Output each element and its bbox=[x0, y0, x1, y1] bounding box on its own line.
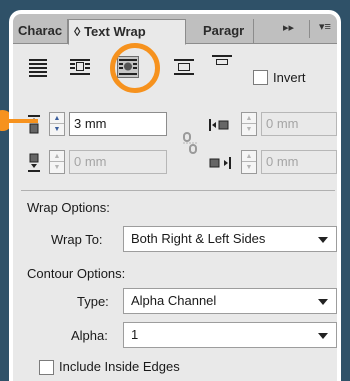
tab-text-wrap-label: Text Wrap bbox=[84, 24, 146, 39]
up-down-arrows-icon: ◊ bbox=[74, 24, 81, 39]
chevron-down-icon bbox=[318, 299, 328, 305]
top-offset-input[interactable]: 3 mm bbox=[69, 112, 167, 136]
invert-checkbox[interactable] bbox=[253, 70, 268, 85]
no-wrap-icon[interactable] bbox=[27, 56, 49, 78]
right-offset-input[interactable]: 0 mm bbox=[261, 150, 337, 174]
collapse-panel-icon[interactable]: ▸▸ bbox=[283, 21, 294, 34]
contour-options-heading: Contour Options: bbox=[27, 266, 126, 281]
alpha-label: Alpha: bbox=[71, 328, 108, 343]
left-offset-input[interactable]: 0 mm bbox=[261, 112, 337, 136]
increment-icon[interactable]: ▲ bbox=[242, 151, 256, 162]
bottom-offset-stepper[interactable]: ▲ ▼ bbox=[49, 150, 65, 174]
tab-character[interactable]: Charac bbox=[13, 19, 68, 44]
wrap-to-select[interactable]: Both Right & Left Sides bbox=[123, 226, 337, 252]
contour-type-value: Alpha Channel bbox=[131, 293, 217, 308]
top-offset-stepper[interactable]: ▲ ▼ bbox=[49, 112, 65, 136]
callout-line bbox=[4, 119, 38, 123]
include-inside-edges-label: Include Inside Edges bbox=[59, 359, 180, 374]
right-offset-icon bbox=[209, 156, 231, 176]
jump-object-icon[interactable] bbox=[173, 56, 195, 78]
increment-icon[interactable]: ▲ bbox=[50, 151, 64, 162]
chevron-down-icon bbox=[318, 333, 328, 339]
panel-menu-icon[interactable]: ▾≡ bbox=[319, 20, 331, 33]
wrap-to-label: Wrap To: bbox=[51, 232, 103, 247]
tab-text-wrap[interactable]: ◊ Text Wrap bbox=[68, 19, 186, 45]
tab-bar-divider bbox=[309, 20, 310, 38]
bottom-offset-input[interactable]: 0 mm bbox=[69, 150, 167, 174]
invert-label: Invert bbox=[273, 70, 306, 85]
wrap-to-value: Both Right & Left Sides bbox=[131, 231, 266, 246]
left-offset-stepper[interactable]: ▲ ▼ bbox=[241, 112, 257, 136]
include-inside-edges-checkbox[interactable] bbox=[39, 360, 54, 375]
increment-icon[interactable]: ▲ bbox=[242, 113, 256, 124]
chain-link-icon[interactable] bbox=[181, 132, 199, 154]
alpha-value: 1 bbox=[131, 327, 139, 342]
left-offset-icon bbox=[209, 118, 231, 138]
bottom-offset-icon bbox=[27, 153, 41, 173]
contour-type-select[interactable]: Alpha Channel bbox=[123, 288, 337, 314]
alpha-select[interactable]: 1 bbox=[123, 322, 337, 348]
tab-bar: Charac ◊ Text Wrap Paragr ▸▸ ▾≡ bbox=[13, 14, 337, 45]
highlight-ring bbox=[110, 43, 160, 93]
wrap-bounding-box-icon[interactable] bbox=[69, 56, 91, 78]
decrement-icon[interactable]: ▼ bbox=[242, 124, 256, 135]
top-offset-icon bbox=[27, 115, 41, 135]
right-offset-stepper[interactable]: ▲ ▼ bbox=[241, 150, 257, 174]
chevron-down-icon bbox=[318, 237, 328, 243]
decrement-icon[interactable]: ▼ bbox=[242, 162, 256, 173]
wrap-options-heading: Wrap Options: bbox=[27, 200, 110, 215]
section-divider bbox=[21, 190, 335, 191]
tab-paragraph[interactable]: Paragr bbox=[198, 19, 254, 44]
increment-icon[interactable]: ▲ bbox=[50, 113, 64, 124]
decrement-icon[interactable]: ▼ bbox=[50, 124, 64, 135]
jump-to-next-column-icon[interactable] bbox=[211, 52, 233, 74]
text-wrap-panel: Charac ◊ Text Wrap Paragr ▸▸ ▾≡ Invert ▲… bbox=[9, 10, 341, 381]
decrement-icon[interactable]: ▼ bbox=[50, 162, 64, 173]
type-label: Type: bbox=[77, 294, 109, 309]
